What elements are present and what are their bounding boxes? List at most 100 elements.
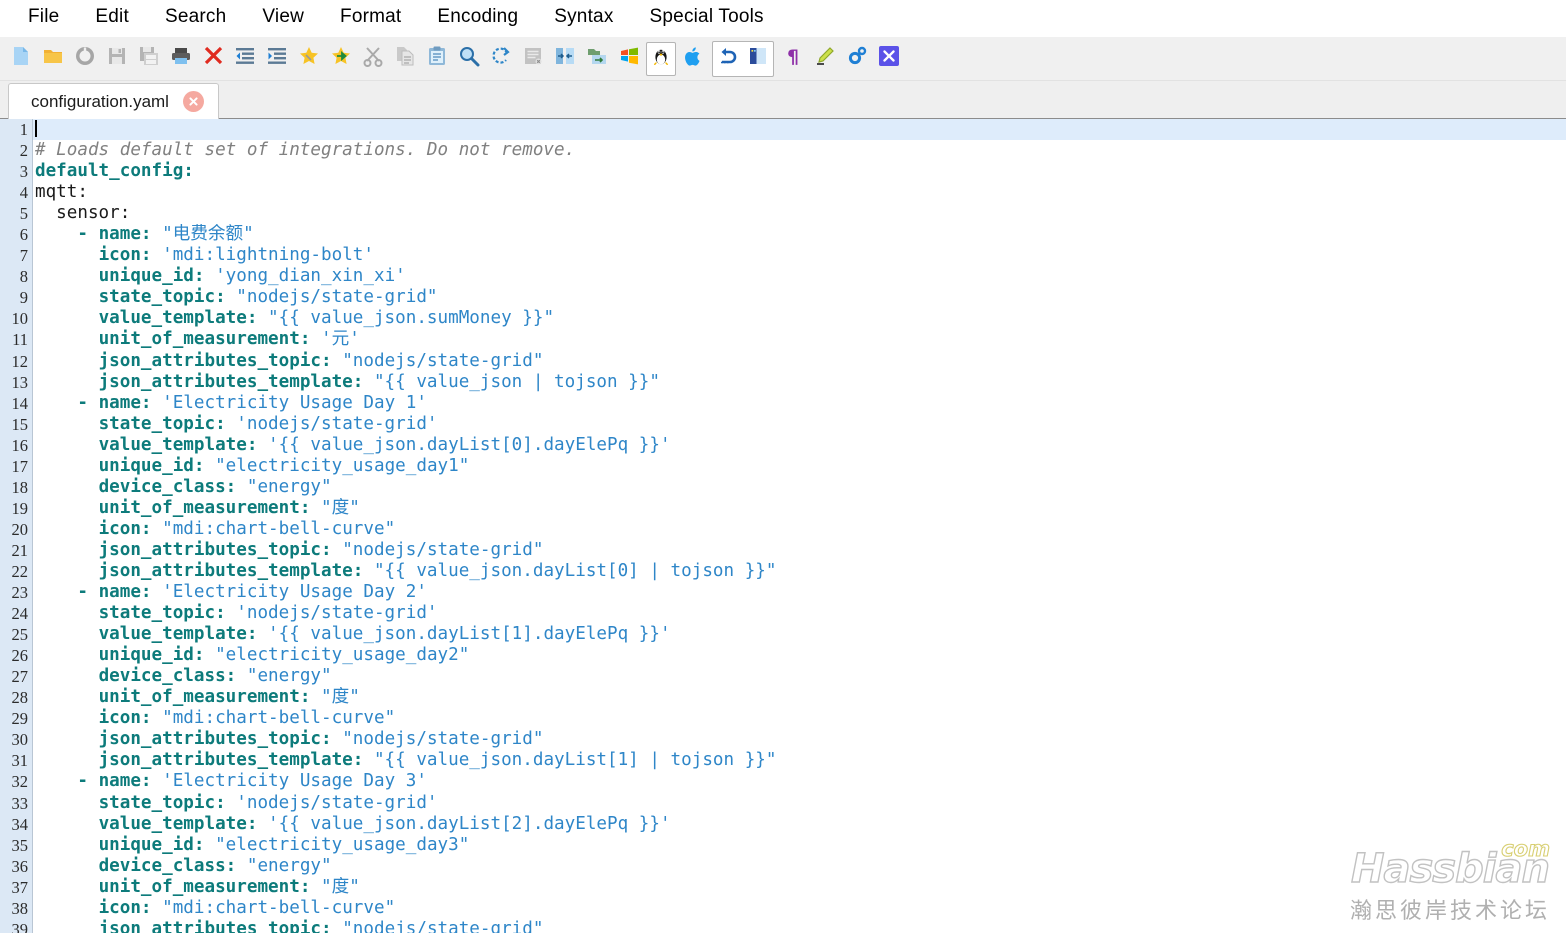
code-text[interactable]: json_attributes_topic: "nodejs/state-gri… [33,729,1566,750]
code-row[interactable]: 37 unit_of_measurement: "度" [0,876,1566,898]
code-row[interactable]: 32 - name: 'Electricity Usage Day 3' [0,771,1566,793]
reload-button[interactable] [70,42,100,76]
code-text[interactable]: unit_of_measurement: "度" [33,687,1566,708]
code-row[interactable]: 23 - name: 'Electricity Usage Day 2' [0,582,1566,604]
code-text[interactable]: unique_id: "electricity_usage_day1" [33,456,1566,477]
code-lines[interactable]: 1 2 # Loads default set of integrations. D… [0,119,1566,933]
code-text[interactable]: value_template: '{{ value_json.dayList[0… [33,435,1566,456]
code-text[interactable]: unit_of_measurement: '元' [33,329,1566,350]
close-app-button[interactable] [874,42,904,76]
code-row[interactable]: 2 # Loads default set of integrations. Do… [0,140,1566,162]
code-row[interactable]: 12 json_attributes_topic: "nodejs/state-… [0,350,1566,372]
code-row[interactable]: 1 [0,119,1566,141]
code-row[interactable]: 13 json_attributes_template: "{{ value_j… [0,371,1566,393]
compare-files-button[interactable] [550,42,580,76]
code-row[interactable]: 15 state_topic: 'nodejs/state-grid' [0,413,1566,435]
highlighter-button[interactable] [810,42,840,76]
code-row[interactable]: 21 json_attributes_topic: "nodejs/state-… [0,539,1566,561]
code-row[interactable]: 6 - name: "电费余额" [0,224,1566,246]
code-row[interactable]: 16 value_template: '{{ value_json.dayLis… [0,434,1566,456]
code-row[interactable]: 27 device_class: "energy" [0,666,1566,688]
save-button[interactable] [102,42,132,76]
code-row[interactable]: 7 icon: 'mdi:lightning-bolt' [0,245,1566,267]
clear-button[interactable] [518,42,548,76]
code-row[interactable]: 26 unique_id: "electricity_usage_day2" [0,645,1566,667]
show-all-characters-button[interactable]: ¶ [778,42,808,76]
code-text[interactable]: unit_of_measurement: "度" [33,498,1566,519]
menu-item-search[interactable]: Search [147,4,244,32]
code-text[interactable]: state_topic: "nodejs/state-grid" [33,287,1566,308]
code-text[interactable]: state_topic: 'nodejs/state-grid' [33,414,1566,435]
code-row[interactable]: 29 icon: "mdi:chart-bell-curve" [0,708,1566,730]
code-text[interactable]: icon: "mdi:chart-bell-curve" [33,519,1566,540]
code-row[interactable]: 4 mqtt: [0,182,1566,204]
bookmark-next-button[interactable] [326,42,356,76]
code-text[interactable]: default_config: [33,161,1566,182]
code-text[interactable] [33,119,1566,140]
code-text[interactable]: value_template: '{{ value_json.dayList[2… [33,814,1566,835]
code-row[interactable]: 28 unit_of_measurement: "度" [0,687,1566,709]
code-text[interactable]: device_class: "energy" [33,477,1566,498]
save-all-button[interactable] [134,42,164,76]
apple-eol-button[interactable] [678,42,708,76]
code-row[interactable]: 30 json_attributes_topic: "nodejs/state-… [0,729,1566,751]
code-row[interactable]: 8 unique_id: 'yong_dian_xin_xi' [0,266,1566,288]
linux-eol-button[interactable] [646,41,676,76]
code-text[interactable]: state_topic: 'nodejs/state-grid' [33,793,1566,814]
code-text[interactable]: unique_id: "electricity_usage_day3" [33,835,1566,856]
code-row[interactable]: 36 device_class: "energy" [0,855,1566,877]
code-row[interactable]: 17 unique_id: "electricity_usage_day1" [0,455,1566,477]
indent-button[interactable] [262,42,292,76]
code-editor[interactable]: 1 2 # Loads default set of integrations. D… [0,119,1566,933]
code-text[interactable]: mqtt: [33,182,1566,203]
copy-button[interactable] [390,42,420,76]
code-row[interactable]: 3 default_config: [0,161,1566,183]
code-text[interactable]: state_topic: 'nodejs/state-grid' [33,603,1566,624]
outdent-button[interactable] [230,42,260,76]
code-row[interactable]: 24 state_topic: 'nodejs/state-grid' [0,603,1566,625]
code-text[interactable]: value_template: "{{ value_json.sumMoney … [33,308,1566,329]
menu-item-syntax[interactable]: Syntax [536,4,631,32]
code-text[interactable]: unique_id: "electricity_usage_day2" [33,645,1566,666]
settings-button[interactable] [842,42,872,76]
code-row[interactable]: 35 unique_id: "electricity_usage_day3" [0,834,1566,856]
tab-close-icon[interactable] [182,91,204,112]
code-row[interactable]: 14 - name: 'Electricity Usage Day 1' [0,392,1566,414]
code-text[interactable]: icon: "mdi:chart-bell-curve" [33,898,1566,919]
undo-button[interactable] [713,42,743,76]
menu-item-view[interactable]: View [244,4,322,32]
code-text[interactable]: - name: 'Electricity Usage Day 1' [33,393,1566,414]
code-text[interactable]: json_attributes_topic: "nodejs/state-gri… [33,351,1566,372]
code-text[interactable]: icon: "mdi:chart-bell-curve" [33,708,1566,729]
code-row[interactable]: 31 json_attributes_template: "{{ value_j… [0,750,1566,772]
menu-item-encoding[interactable]: Encoding [419,4,536,32]
menu-item-format[interactable]: Format [322,4,419,32]
print-button[interactable] [166,42,196,76]
menu-item-special-tools[interactable]: Special Tools [632,4,782,32]
code-text[interactable]: # Loads default set of integrations. Do … [33,140,1566,161]
code-row[interactable]: 33 state_topic: 'nodejs/state-grid' [0,792,1566,814]
code-row[interactable]: 5 sensor: [0,203,1566,225]
code-row[interactable]: 9 state_topic: "nodejs/state-grid" [0,287,1566,309]
code-text[interactable]: - name: 'Electricity Usage Day 3' [33,771,1566,792]
code-text[interactable]: json_attributes_template: "{{ value_json… [33,372,1566,393]
code-text[interactable]: sensor: [33,203,1566,224]
code-text[interactable]: - name: 'Electricity Usage Day 2' [33,582,1566,603]
code-row[interactable]: 11 unit_of_measurement: '元' [0,329,1566,351]
code-row[interactable]: 39 json_attributes_topic: "nodejs/state-… [0,918,1566,933]
code-text[interactable]: device_class: "energy" [33,856,1566,877]
code-text[interactable]: unit_of_measurement: "度" [33,877,1566,898]
replace-button[interactable] [486,42,516,76]
code-row[interactable]: 19 unit_of_measurement: "度" [0,497,1566,519]
code-text[interactable]: json_attributes_topic: "nodejs/state-gri… [33,540,1566,561]
code-text[interactable]: unique_id: 'yong_dian_xin_xi' [33,266,1566,287]
code-row[interactable]: 22 json_attributes_template: "{{ value_j… [0,560,1566,583]
panel-toggle-button[interactable] [743,42,773,76]
paste-button[interactable] [422,42,452,76]
find-button[interactable] [454,42,484,76]
menu-item-file[interactable]: File [10,4,77,32]
open-file-button[interactable] [38,42,68,76]
menu-item-edit[interactable]: Edit [77,4,147,32]
code-text[interactable]: json_attributes_template: "{{ value_json… [33,561,1566,582]
code-text[interactable]: device_class: "energy" [33,666,1566,687]
